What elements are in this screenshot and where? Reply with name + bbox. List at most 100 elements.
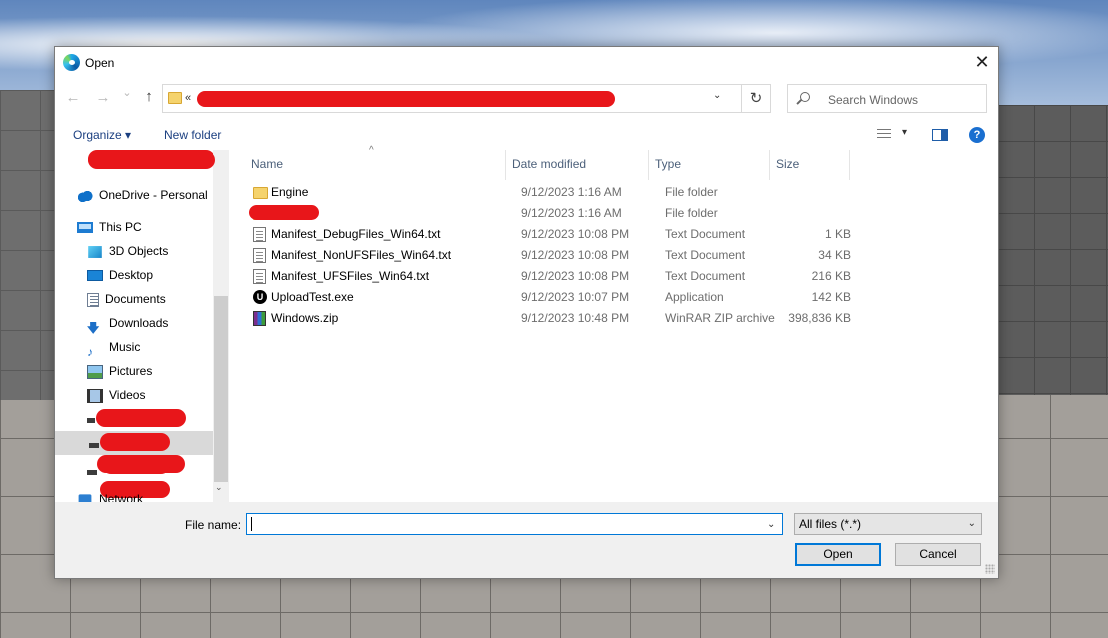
address-overflow-chevron[interactable]: «	[185, 92, 191, 104]
chevron-down-icon: ⌄	[967, 518, 976, 529]
file-row[interactable]: Engine 9/12/2023 1:16 AM File folder	[245, 182, 855, 203]
sidebar-scrollbar-thumb[interactable]	[214, 296, 228, 482]
open-file-dialog: Open ✕ ← → ⌄ ↑ « ⌄ ↻ Search Windows Orga…	[54, 46, 999, 579]
address-bar[interactable]: «	[162, 84, 771, 113]
file-type: File folder	[665, 206, 718, 220]
file-name-dropdown-icon[interactable]: ⌄	[767, 519, 775, 530]
cancel-button[interactable]: Cancel	[895, 543, 981, 566]
file-name: Manifest_DebugFiles_Win64.txt	[271, 227, 441, 241]
sidebar-item-documents[interactable]: Documents	[87, 288, 166, 310]
desktop-icon	[87, 270, 103, 282]
sidebar-item-network[interactable]: Network	[77, 488, 143, 502]
sidebar-item-onedrive[interactable]: OneDrive - Personal	[77, 184, 208, 206]
background-wall-right	[998, 105, 1108, 395]
drive-icon	[87, 470, 97, 476]
sidebar-item-3d-objects[interactable]: 3D Objects	[87, 240, 168, 262]
file-type: WinRAR ZIP archive	[665, 311, 775, 325]
resize-grip-icon[interactable]	[985, 564, 995, 574]
file-name: Manifest_UFSFiles_Win64.txt	[271, 269, 430, 283]
text-file-icon	[253, 248, 266, 263]
sidebar-item-videos[interactable]: Videos	[87, 384, 145, 406]
folder-icon	[168, 92, 182, 104]
help-icon[interactable]: ?	[969, 127, 985, 143]
file-row[interactable]: 9/12/2023 1:16 AM File folder	[245, 203, 855, 224]
sidebar-item-this-pc[interactable]: This PC	[77, 216, 142, 238]
redacted-nav-item	[88, 151, 215, 169]
text-caret	[251, 517, 252, 531]
documents-icon	[87, 292, 99, 307]
sidebar-item-downloads[interactable]: 🡇 Downloads	[87, 312, 168, 335]
redacted-drive-label	[100, 433, 170, 451]
sidebar-item-pictures[interactable]: Pictures	[87, 360, 152, 382]
text-file-icon	[253, 227, 266, 242]
file-name-input[interactable]: ⌄	[246, 513, 783, 535]
file-type: Text Document	[665, 248, 746, 262]
file-type: Text Document	[665, 269, 746, 283]
column-header-type[interactable]: Type	[649, 150, 770, 180]
scroll-down-chevron-icon[interactable]: ⌄	[215, 482, 223, 493]
file-size: 216 KB	[811, 269, 851, 283]
file-name: Engine	[271, 185, 309, 199]
organize-menu[interactable]: Organize ▾	[73, 128, 131, 142]
cube-icon	[88, 245, 102, 258]
view-options-icon[interactable]	[877, 129, 891, 140]
file-type-filter-value: All files (*.*)	[799, 517, 862, 531]
file-name-label: File name:	[185, 518, 242, 532]
network-icon	[78, 494, 92, 502]
file-type-filter-select[interactable]: All files (*.*) ⌄	[794, 513, 982, 535]
file-size: 1 KB	[824, 227, 851, 241]
title-bar: Open ✕	[55, 47, 998, 79]
edge-browser-icon	[63, 54, 80, 71]
search-box[interactable]: Search Windows	[787, 84, 987, 113]
file-row[interactable]: Manifest_UFSFiles_Win64.txt 9/12/2023 10…	[245, 266, 855, 287]
forward-button[interactable]: →	[93, 89, 113, 106]
file-date: 9/12/2023 10:48 PM	[521, 311, 630, 325]
open-button[interactable]: Open	[795, 543, 881, 566]
file-size: 34 KB	[818, 248, 851, 262]
column-header-date[interactable]: Date modified	[506, 150, 649, 180]
file-date: 9/12/2023 10:08 PM	[521, 269, 630, 283]
file-row[interactable]: U UploadTest.exe 9/12/2023 10:07 PM Appl…	[245, 287, 855, 308]
winrar-archive-icon	[253, 311, 266, 326]
file-name: Manifest_NonUFSFiles_Win64.txt	[271, 248, 452, 262]
column-header-name[interactable]: Name	[245, 150, 506, 180]
file-date: 9/12/2023 1:16 AM	[521, 185, 622, 199]
new-folder-button[interactable]: New folder	[164, 128, 221, 142]
redacted-path	[197, 91, 615, 107]
refresh-button[interactable]: ↻	[741, 84, 771, 113]
view-dropdown-icon[interactable]: ▾	[902, 127, 907, 138]
folder-icon	[253, 187, 268, 199]
back-button[interactable]: ←	[63, 89, 83, 106]
file-date: 9/12/2023 10:08 PM	[521, 248, 630, 262]
redacted-drive-label	[96, 409, 186, 427]
sidebar-item-desktop[interactable]: Desktop	[87, 264, 153, 286]
music-note-icon: ♪	[87, 344, 93, 359]
preview-pane-icon[interactable]	[932, 129, 948, 141]
file-date: 9/12/2023 10:08 PM	[521, 227, 630, 241]
search-placeholder: Search Windows	[828, 93, 919, 107]
file-date: 9/12/2023 10:07 PM	[521, 290, 630, 304]
redacted-drive-label	[102, 456, 170, 474]
file-name: UploadTest.exe	[271, 290, 354, 304]
file-size: 142 KB	[811, 290, 851, 304]
address-dropdown-chevron-icon[interactable]: ⌄	[713, 90, 721, 101]
unreal-engine-icon: U	[253, 290, 267, 304]
file-row[interactable]: Manifest_NonUFSFiles_Win64.txt 9/12/2023…	[245, 245, 855, 266]
text-file-icon	[253, 269, 266, 284]
close-button[interactable]: ✕	[966, 47, 998, 77]
pictures-icon	[87, 364, 103, 379]
dialog-title: Open	[85, 56, 115, 70]
recent-locations-button[interactable]: ⌄	[117, 86, 137, 99]
background-wall-left	[0, 90, 60, 400]
file-type: File folder	[665, 185, 718, 199]
up-folder-button[interactable]: ↑	[139, 88, 159, 105]
search-icon	[800, 92, 810, 102]
sidebar-item-music[interactable]: ♪ Music	[87, 336, 140, 359]
file-name: Windows.zip	[271, 311, 339, 325]
column-header-size[interactable]: Size	[770, 150, 850, 180]
film-icon	[87, 388, 103, 403]
file-row[interactable]: Windows.zip 9/12/2023 10:48 PM WinRAR ZI…	[245, 308, 855, 329]
file-row[interactable]: Manifest_DebugFiles_Win64.txt 9/12/2023 …	[245, 224, 855, 245]
drive-icon	[87, 418, 95, 424]
file-size: 398,836 KB	[788, 311, 851, 325]
